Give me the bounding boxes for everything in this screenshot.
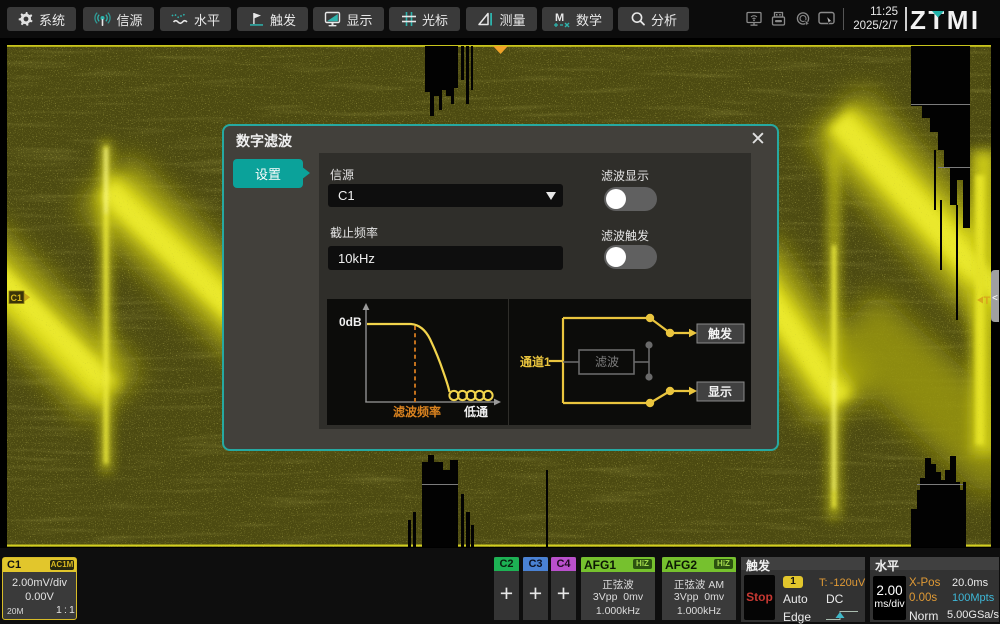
svg-text:滤波频率: 滤波频率 bbox=[393, 404, 441, 419]
svg-text:低通: 低通 bbox=[463, 404, 488, 419]
svg-text:M: M bbox=[555, 12, 564, 24]
svg-text:通道1: 通道1 bbox=[520, 354, 551, 369]
svg-text:触发: 触发 bbox=[708, 326, 733, 341]
svg-text:0dB: 0dB bbox=[339, 315, 362, 329]
svg-text:滤波: 滤波 bbox=[595, 355, 619, 369]
svg-text:C1: C1 bbox=[11, 293, 23, 303]
svg-text:ZTMI: ZTMI bbox=[910, 5, 981, 34]
svg-text:T: T bbox=[984, 295, 991, 307]
svg-text:<: < bbox=[992, 293, 998, 304]
svg-text:显示: 显示 bbox=[708, 385, 732, 399]
